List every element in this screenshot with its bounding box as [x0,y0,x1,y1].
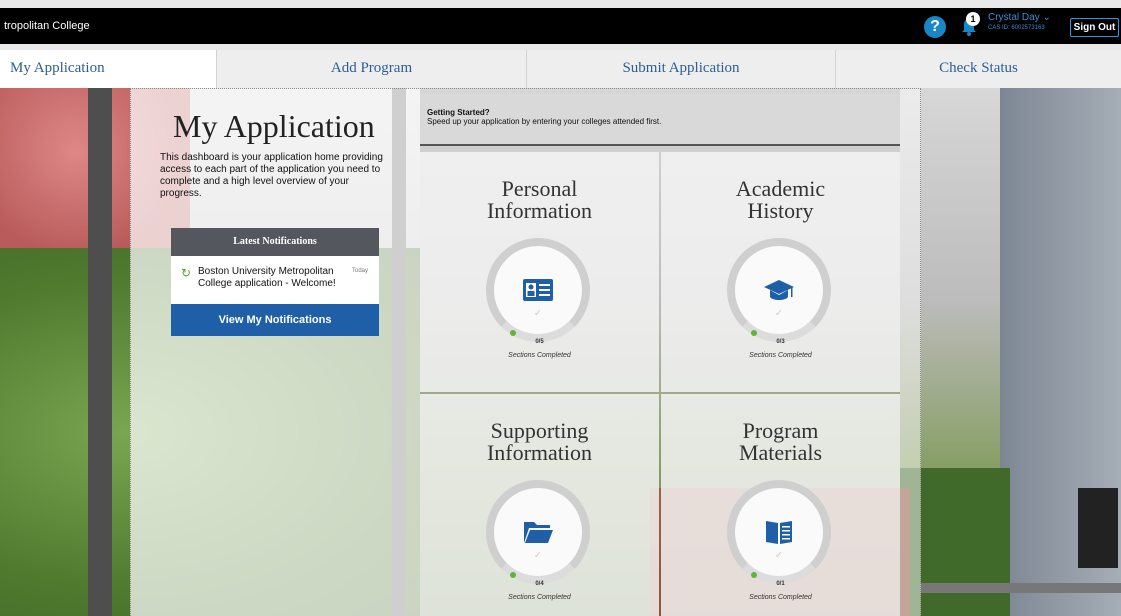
card-title-line: Materials [738,440,823,465]
check-icon: ✓ [533,308,543,319]
sections-label: Sections Completed [508,352,571,359]
page-title: My Application [173,108,375,144]
card-title-line: Academic [735,176,826,201]
card-title: Personal Information [420,178,659,222]
progress-ring: ✓ [727,238,831,342]
check-icon: ✓ [774,550,784,561]
notifications-panel: Latest Notifications ↻ Boston University… [171,228,379,336]
sections-count: 0/3 [776,339,785,345]
progress-ring: ✓ [727,480,831,584]
card-title-line: History [747,198,814,223]
tab-check-status[interactable]: Check Status [835,50,1121,88]
progress-ring: ✓ [486,480,590,584]
graduation-cap-icon [764,280,794,300]
check-icon: ✓ [533,550,543,561]
card-title: Academic History [661,178,900,222]
card-academic-history[interactable]: Academic History ✓ 0/3 Sections Complete… [661,152,900,392]
id-card-icon [523,279,553,301]
getting-started-heading: Getting Started? [427,108,490,117]
user-name[interactable]: Crystal Day ⌄ [988,12,1064,23]
brand-name: tropolitan College [4,20,90,32]
background-signal-arm [920,583,1121,593]
refresh-icon: ↻ [181,266,192,280]
book-icon [766,521,792,544]
sections-count: 0/1 [776,581,785,587]
sections-label: Sections Completed [749,352,812,359]
sections-label: Sections Completed [749,594,812,601]
card-title-line: Personal [501,176,578,201]
right-panel-overlay [900,88,921,616]
content-border [130,88,921,92]
sections-label: Sections Completed [508,594,571,601]
notification-time: Today [352,268,369,274]
card-program-materials[interactable]: Program Materials ✓ 0/1 Sections Complet… [661,394,900,616]
progress-ring: ✓ [486,238,590,342]
background-pole [88,88,112,616]
main-nav: My Application Add Program Submit Applic… [0,50,1121,88]
cas-id: CAS ID: 6002573163 [988,25,1045,31]
folder-icon [524,522,553,543]
check-icon: ✓ [774,308,784,319]
progress-dot [510,330,516,336]
user-menu[interactable]: Crystal Day ⌄ CAS ID: 6002573163 [988,12,1064,31]
view-notifications-button[interactable]: View My Notifications [171,304,379,336]
getting-started-text: Speed up your application by entering yo… [427,117,662,126]
tab-submit-application[interactable]: Submit Application [526,50,835,88]
background-traffic-light [1078,488,1118,568]
notification-item[interactable]: ↻ Boston University Metropolitan College… [171,256,379,304]
sections-count: 0/5 [535,339,544,345]
page-description: This dashboard is your application home … [160,152,383,199]
progress-dot [510,572,516,578]
sections-count: 0/4 [535,581,544,587]
notifications-heading: Latest Notifications [171,228,379,256]
progress-dot [751,572,757,578]
notification-text[interactable]: Boston University Metropolitan College a… [198,266,348,290]
sign-out-button[interactable]: Sign Out [1070,18,1119,37]
card-title-line: Information [486,440,593,465]
tab-my-application[interactable]: My Application [0,50,216,88]
progress-dot [751,330,757,336]
card-supporting-information[interactable]: Supporting Information ✓ 0/4 Sections Co… [420,394,659,616]
card-title-line: Program [742,418,819,443]
card-title: Program Materials [661,420,900,464]
card-personal-information[interactable]: Personal Information ✓ 0/5 Sections Comp… [420,152,659,392]
getting-started-banner: Getting Started? Speed up your applicati… [420,94,900,146]
top-bar: tropolitan College ? 1 Crystal Day ⌄ CAS… [0,8,1121,44]
card-title-line: Information [486,198,593,223]
help-icon[interactable]: ? [924,16,946,38]
notification-count-badge: 1 [966,12,980,26]
tab-add-program[interactable]: Add Program [216,50,526,88]
card-title-line: Supporting [490,418,589,443]
card-title: Supporting Information [420,420,659,464]
